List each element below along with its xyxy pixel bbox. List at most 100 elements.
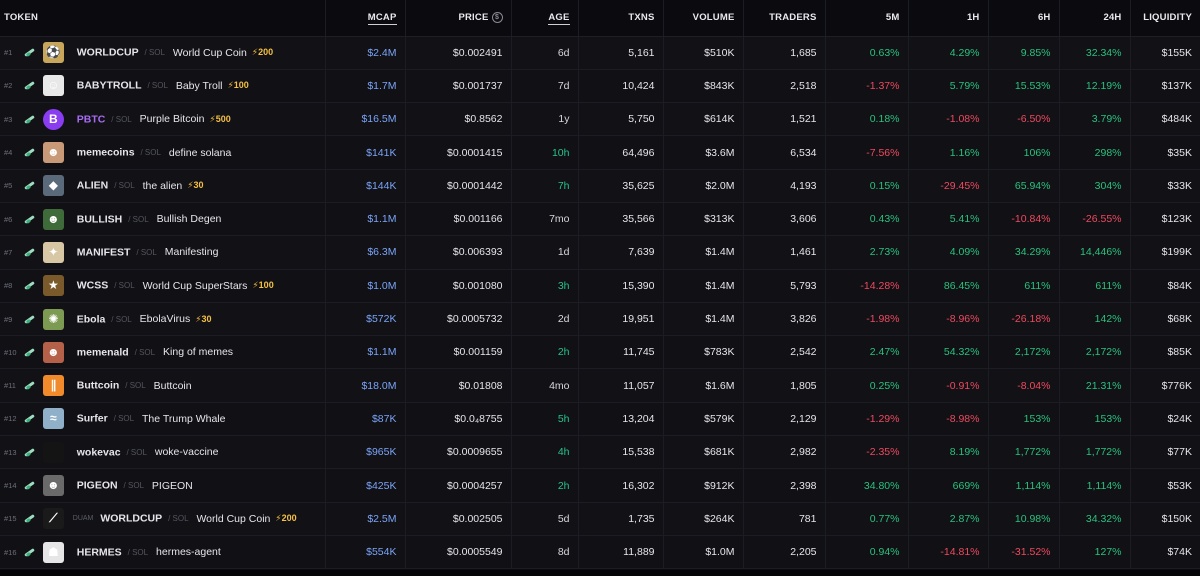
table-row[interactable]: #5 ◆ ALIEN / SOL the alien ⚡30 $144K $0.…	[0, 169, 1200, 203]
change-24h-cell: 304%	[1058, 169, 1130, 203]
token-symbol[interactable]: BULLISH	[77, 213, 123, 225]
token-symbol[interactable]: WCSS	[77, 280, 109, 292]
token-symbol[interactable]: BABYTROLL	[77, 80, 142, 92]
column-header-txns[interactable]: TXNS	[577, 0, 663, 37]
token-cell[interactable]: #8 ★ WCSS / SOL World Cup SuperStars ⚡10…	[0, 269, 325, 303]
token-symbol[interactable]: PBTC	[77, 113, 106, 125]
change-6h-cell: 10.98%	[987, 502, 1059, 536]
column-header-age[interactable]: AGE	[510, 0, 578, 37]
token-symbol[interactable]: memenald	[77, 346, 129, 358]
column-header-price[interactable]: PRICE $	[404, 0, 511, 37]
table-row[interactable]: #9 ✺ Ebola / SOL EbolaVirus ⚡30 $572K $0…	[0, 302, 1200, 337]
txns-cell: 10,424	[577, 69, 663, 104]
token-symbol[interactable]: Surfer	[77, 413, 108, 425]
token-avatar[interactable]: B	[42, 108, 64, 130]
token-avatar[interactable]: ⚽	[42, 42, 64, 64]
table-row[interactable]: #6 ☻ BULLISH / SOL Bullish Degen $1.1M $…	[0, 202, 1200, 237]
table-row[interactable]: #16 ☗ HERMES / SOL hermes-agent $554K $0…	[0, 535, 1200, 570]
token-avatar[interactable]: ⟋	[42, 508, 64, 530]
column-header-5m[interactable]: 5M	[824, 0, 908, 37]
token-symbol[interactable]: WORLDCUP	[100, 513, 162, 525]
change-1h-cell: 2.87%	[907, 502, 988, 536]
token-cell[interactable]: #3 B PBTC / SOL Purple Bitcoin ⚡500	[0, 102, 325, 137]
token-cell[interactable]: #14 ☻ PIGEON / SOL PIGEON	[0, 468, 325, 503]
token-cell[interactable]: #4 ☻ memecoins / SOL define solana	[0, 135, 325, 170]
table-row[interactable]: #7 ✦ MANIFEST / SOL Manifesting $6.3M $0…	[0, 235, 1200, 270]
token-symbol[interactable]: memecoins	[77, 147, 135, 159]
token-cell[interactable]: #10 ☻ memenald / SOL King of memes	[0, 335, 325, 370]
txns-cell: 15,390	[577, 269, 663, 303]
token-cell[interactable]: #15 ⟋ DUAM WORLDCUP / SOL World Cup Coin…	[0, 502, 325, 536]
traders-cell: 2,518	[742, 69, 825, 104]
token-symbol[interactable]: PIGEON	[77, 480, 118, 492]
table-row[interactable]: #1 ⚽ WORLDCUP / SOL World Cup Coin ⚡200 …	[0, 36, 1200, 70]
token-cell[interactable]: #12 ≈ Surfer / SOL The Trump Whale	[0, 402, 325, 437]
traders-cell: 5,793	[742, 269, 825, 303]
token-symbol[interactable]: HERMES	[77, 546, 122, 558]
table-row[interactable]: #4 ☻ memecoins / SOL define solana $141K…	[0, 135, 1200, 170]
change-24h-cell: 32.34%	[1058, 36, 1130, 70]
token-avatar[interactable]: ∥	[42, 375, 64, 397]
token-symbol[interactable]: ALIEN	[77, 180, 109, 192]
column-header-mcap[interactable]: MCAP	[324, 0, 405, 37]
token-cell[interactable]: #11 ∥ Buttcoin / SOL Buttcoin	[0, 368, 325, 403]
token-cell[interactable]: #1 ⚽ WORLDCUP / SOL World Cup Coin ⚡200	[0, 36, 325, 70]
column-header-volume[interactable]: VOLUME	[662, 0, 743, 37]
traders-cell: 781	[742, 502, 825, 536]
token-symbol[interactable]: Buttcoin	[77, 380, 120, 392]
token-cell[interactable]: #13 wokevac / SOL woke-vaccine	[0, 435, 325, 470]
token-avatar[interactable]: ✺	[42, 308, 64, 330]
token-cell[interactable]: #16 ☗ HERMES / SOL hermes-agent	[0, 535, 325, 570]
token-cell[interactable]: #9 ✺ Ebola / SOL EbolaVirus ⚡30	[0, 302, 325, 337]
table-row[interactable]: #10 ☻ memenald / SOL King of memes $1.1M…	[0, 335, 1200, 370]
dollar-coin-icon[interactable]: $	[491, 12, 503, 24]
table-row[interactable]: #12 ≈ Surfer / SOL The Trump Whale $87K …	[0, 402, 1200, 437]
token-symbol[interactable]: Ebola	[77, 313, 106, 325]
table-row[interactable]: #3 B PBTC / SOL Purple Bitcoin ⚡500 $16.…	[0, 102, 1200, 137]
volume-cell: $1.0M	[662, 535, 743, 570]
token-avatar[interactable]: ≈	[42, 408, 64, 430]
token-symbol[interactable]: wokevac	[77, 446, 121, 458]
token-cell[interactable]: #2 ☺ BABYTROLL / SOL Baby Troll ⚡100	[0, 69, 325, 104]
token-avatar[interactable]: ☗	[42, 541, 64, 563]
token-name: Purple Bitcoin	[139, 113, 205, 126]
token-avatar[interactable]: ☺	[42, 75, 64, 97]
token-avatar[interactable]: ☻	[42, 142, 64, 164]
column-header-24h[interactable]: 24H	[1058, 0, 1130, 37]
column-header-6h[interactable]: 6H	[987, 0, 1059, 37]
token-cell[interactable]: #6 ☻ BULLISH / SOL Bullish Degen	[0, 202, 325, 237]
column-header-traders[interactable]: TRADERS	[742, 0, 825, 37]
age-cell: 2h	[510, 468, 578, 503]
boost-badge: ⚡200	[251, 47, 274, 58]
token-table: TOKEN MCAP PRICE $ AGE TXNS VOLUME TRADER…	[0, 0, 1200, 570]
token-avatar-glyph: ☻	[47, 478, 60, 492]
token-avatar[interactable]: ◆	[42, 175, 64, 197]
table-row[interactable]: #15 ⟋ DUAM WORLDCUP / SOL World Cup Coin…	[0, 502, 1200, 536]
column-header-1h[interactable]: 1H	[907, 0, 988, 37]
change-24h-cell: 34.32%	[1058, 502, 1130, 536]
change-6h-cell: -26.18%	[987, 302, 1059, 337]
column-header-token[interactable]: TOKEN	[0, 0, 325, 37]
volume-cell: $783K	[662, 335, 743, 370]
age-cell: 5h	[510, 402, 578, 437]
token-avatar[interactable]: ☻	[42, 341, 64, 363]
token-avatar[interactable]: ✦	[42, 241, 64, 263]
age-cell: 2d	[510, 302, 578, 337]
token-avatar[interactable]: ☻	[42, 208, 64, 230]
table-row[interactable]: #8 ★ WCSS / SOL World Cup SuperStars ⚡10…	[0, 269, 1200, 303]
token-cell[interactable]: #5 ◆ ALIEN / SOL the alien ⚡30	[0, 169, 325, 203]
table-row[interactable]: #13 wokevac / SOL woke-vaccine $965K $0.…	[0, 435, 1200, 470]
token-symbol[interactable]: WORLDCUP	[77, 47, 139, 59]
token-symbol[interactable]: MANIFEST	[77, 246, 131, 258]
token-avatar[interactable]	[42, 441, 64, 463]
table-row[interactable]: #14 ☻ PIGEON / SOL PIGEON $425K $0.00042…	[0, 468, 1200, 503]
token-avatar-glyph: ≈	[50, 411, 57, 426]
token-cell[interactable]: #7 ✦ MANIFEST / SOL Manifesting	[0, 235, 325, 270]
token-avatar[interactable]: ★	[42, 275, 64, 297]
table-row[interactable]: #2 ☺ BABYTROLL / SOL Baby Troll ⚡100 $1.…	[0, 69, 1200, 104]
change-1h-cell: -14.81%	[907, 535, 988, 570]
token-rank: #11	[4, 381, 16, 391]
table-row[interactable]: #11 ∥ Buttcoin / SOL Buttcoin $18.0M $0.…	[0, 368, 1200, 403]
column-header-liquidity[interactable]: LIQUIDITY	[1129, 0, 1200, 37]
token-avatar[interactable]: ☻	[42, 475, 64, 496]
